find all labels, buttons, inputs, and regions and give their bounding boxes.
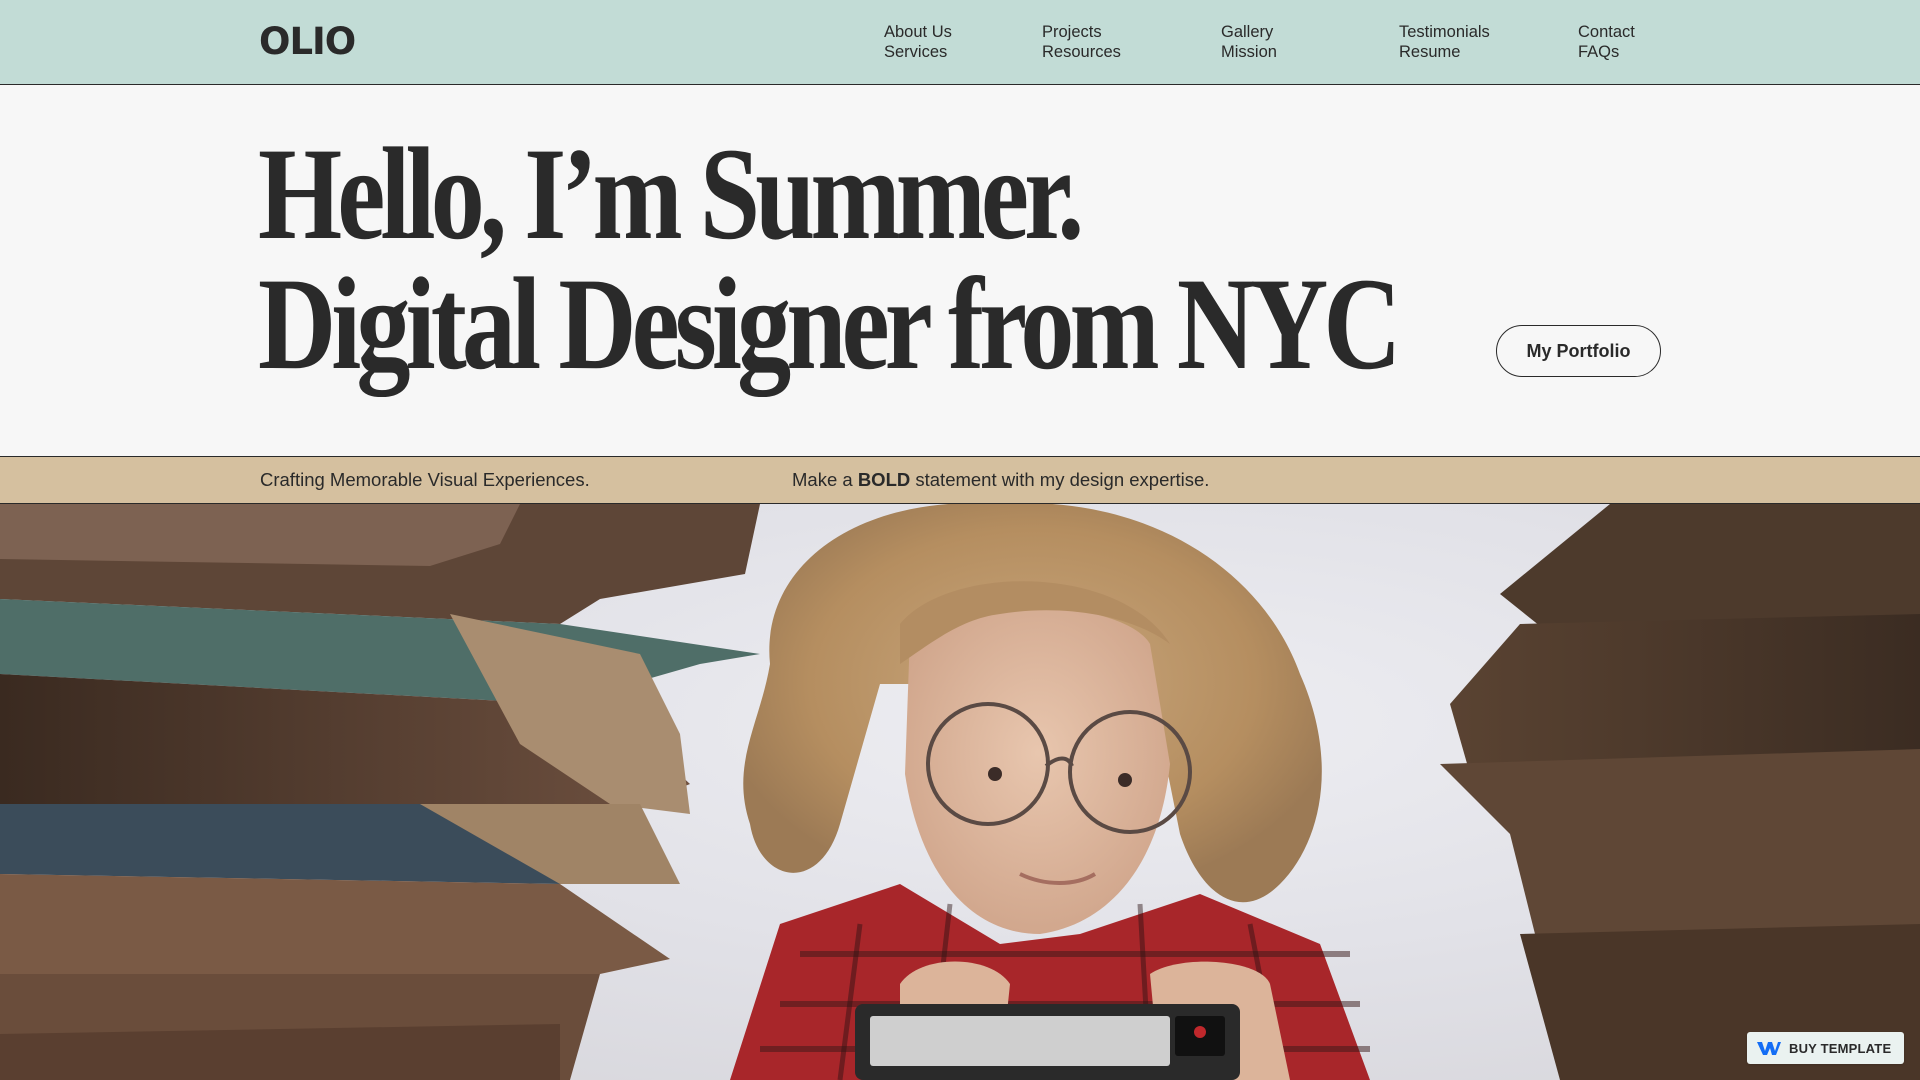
tagline-strip: Crafting Memorable Visual Experiences. M…	[0, 457, 1920, 504]
hero-photo	[0, 504, 1920, 1080]
nav-link-resources[interactable]: Resources	[1042, 42, 1121, 62]
headline-line-1: Hello, I’m Summer.	[258, 120, 1084, 267]
top-navigation: OLIO About Us Services Projects Resource…	[0, 0, 1920, 85]
hero-headline: Hello, I’m Summer. Digital Designer from…	[258, 120, 1402, 397]
nav-column-5: Contact FAQs	[1578, 22, 1635, 62]
headline-line-2: Digital Designer from NYC	[258, 250, 1402, 397]
nav-link-faqs[interactable]: FAQs	[1578, 42, 1635, 62]
my-portfolio-button[interactable]: My Portfolio	[1496, 325, 1661, 377]
nav-column-1: About Us Services	[884, 22, 952, 62]
nav-link-about-us[interactable]: About Us	[884, 22, 952, 42]
webflow-logo-icon	[1757, 1040, 1781, 1056]
nav-link-testimonials[interactable]: Testimonials	[1399, 22, 1490, 42]
nav-link-services[interactable]: Services	[884, 42, 952, 62]
tagline-right-prefix: Make a	[792, 469, 858, 490]
hero-section: Hello, I’m Summer. Digital Designer from…	[0, 85, 1920, 457]
tagline-right-suffix: statement with my design expertise.	[910, 469, 1210, 490]
nav-link-resume[interactable]: Resume	[1399, 42, 1490, 62]
tagline-left: Crafting Memorable Visual Experiences.	[260, 469, 590, 490]
nav-column-4: Testimonials Resume	[1399, 22, 1490, 62]
photo-image	[0, 504, 1920, 1080]
nav-link-gallery[interactable]: Gallery	[1221, 22, 1277, 42]
buy-template-label: BUY TEMPLATE	[1789, 1040, 1892, 1056]
nav-link-contact[interactable]: Contact	[1578, 22, 1635, 42]
tagline-right: Make a BOLD statement with my design exp…	[792, 469, 1209, 491]
nav-column-3: Gallery Mission	[1221, 22, 1277, 62]
tagline-right-bold: BOLD	[857, 469, 911, 490]
logo[interactable]: OLIO	[259, 22, 356, 62]
nav-link-mission[interactable]: Mission	[1221, 42, 1277, 62]
nav-link-projects[interactable]: Projects	[1042, 22, 1121, 42]
nav-column-2: Projects Resources	[1042, 22, 1121, 62]
buy-template-button[interactable]: BUY TEMPLATE	[1747, 1032, 1904, 1064]
